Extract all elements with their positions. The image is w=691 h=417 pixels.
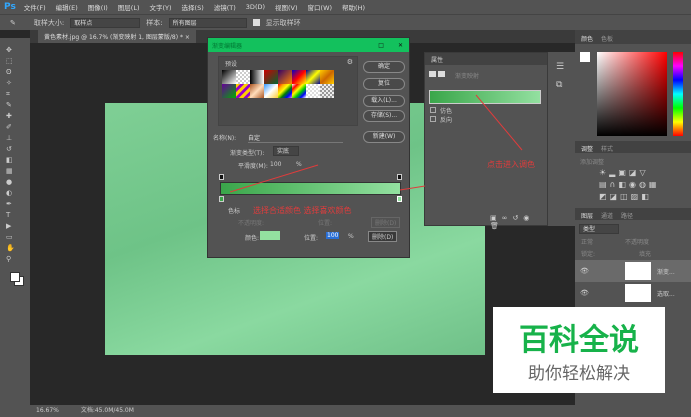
watermark: 百科全说 助你轻松解决	[493, 307, 665, 393]
color-field[interactable]	[597, 52, 667, 136]
fill-field[interactable]: 填充	[639, 249, 651, 258]
tab-styles[interactable]: 样式	[601, 146, 613, 153]
hue-slider[interactable]	[673, 52, 683, 136]
tab-channels[interactable]: 通道	[601, 213, 613, 220]
status-bar: 16.67% 文档:45.0M/45.0M	[0, 405, 691, 417]
tab-adjustments[interactable]: 调整	[581, 146, 593, 153]
layer-name: 选取...	[657, 291, 675, 298]
adjustment-icons[interactable]: ☀▂▣◪▽ ▤∩◧◉◍▦ ◩◪◫▨◧	[599, 167, 669, 203]
layer-row[interactable]: 👁 选取...	[575, 282, 691, 304]
layer-mask-thumb	[625, 284, 651, 302]
zoom-level[interactable]: 16.67%	[36, 407, 59, 414]
lock-label: 锁定:	[581, 251, 596, 258]
layers-panel-tabs: 图层 通道 路径	[575, 208, 691, 220]
blend-mode-select[interactable]: 正常	[581, 237, 593, 246]
eye-icon[interactable]: 👁	[580, 267, 589, 275]
foreground-color[interactable]	[580, 52, 590, 62]
eye-icon[interactable]: 👁	[580, 289, 589, 297]
watermark-title: 百科全说	[519, 323, 639, 358]
tab-layers[interactable]: 图层	[581, 213, 593, 220]
adjust-panel-tabs: 调整 样式	[575, 141, 691, 153]
watermark-subtitle: 助你轻松解决	[528, 364, 630, 384]
color-panel-tabs: 颜色 色板	[575, 30, 691, 44]
layer-name: 渐变...	[657, 269, 675, 276]
tab-color[interactable]: 颜色	[581, 36, 593, 43]
add-adjustment-label: 添加调整	[580, 159, 605, 166]
panel-dock: ☰ ⧉	[548, 52, 575, 226]
tab-swatches[interactable]: 色板	[601, 36, 613, 43]
doc-size: 文档:45.0M/45.0M	[80, 407, 134, 414]
tab-paths[interactable]: 路径	[621, 213, 633, 220]
layer-row[interactable]: 👁 渐变...	[575, 260, 691, 282]
layer-filter-select[interactable]: 类型	[579, 224, 619, 234]
history-dock-icon[interactable]: ⧉	[556, 80, 575, 90]
properties-dock-icon[interactable]: ☰	[556, 62, 575, 72]
opacity-field[interactable]: 不透明度	[625, 237, 649, 246]
layer-mask-thumb	[625, 262, 651, 280]
